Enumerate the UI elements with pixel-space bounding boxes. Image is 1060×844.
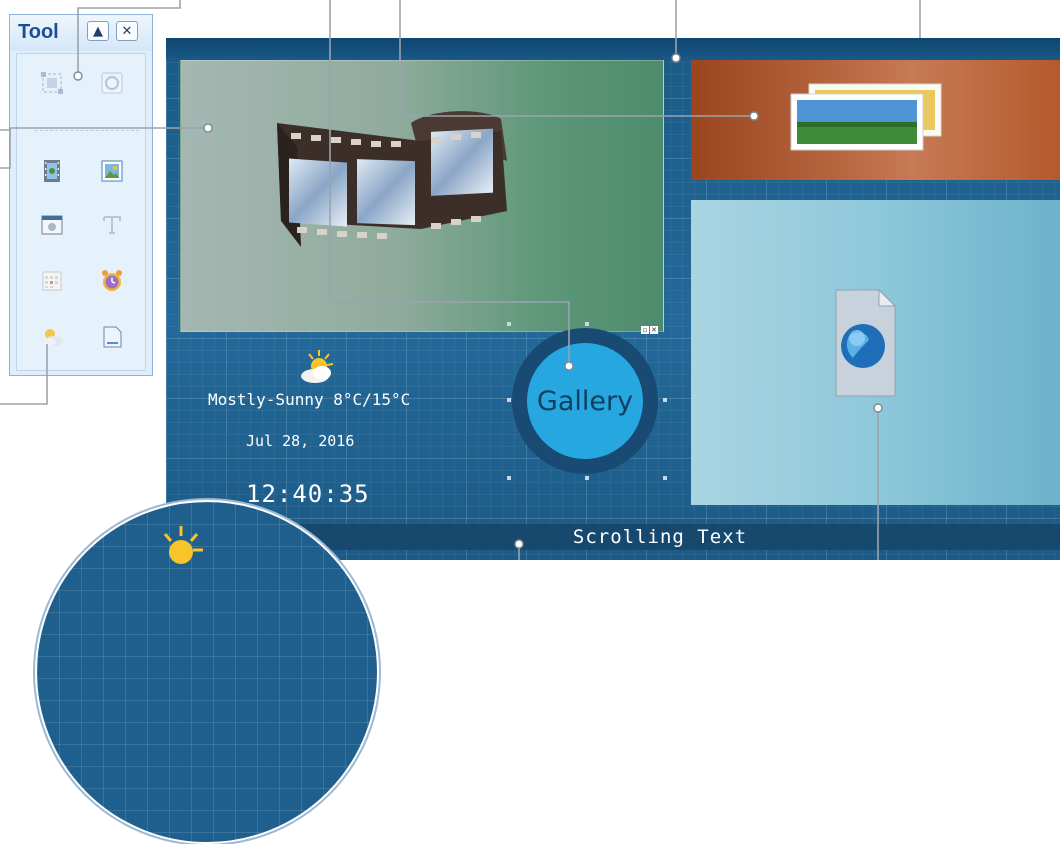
gallery-widget[interactable]: Gallery bbox=[512, 328, 658, 474]
record-icon[interactable] bbox=[99, 70, 125, 96]
weather-icon bbox=[297, 348, 337, 388]
gallery-widget-controls: ▫ ✕ bbox=[641, 326, 658, 335]
film-reel-icon bbox=[277, 111, 507, 247]
widget-close-icon[interactable]: ✕ bbox=[650, 326, 658, 334]
resize-handle-se[interactable] bbox=[663, 476, 667, 480]
photos-icon bbox=[790, 83, 942, 151]
date-text: Jul 28, 2016 bbox=[246, 432, 355, 450]
weather-tool-icon[interactable] bbox=[39, 324, 65, 350]
video-zone[interactable] bbox=[180, 60, 664, 332]
widget-restore-icon[interactable]: ▫ bbox=[641, 326, 649, 334]
clock-tool-icon[interactable] bbox=[99, 268, 125, 294]
webpage-zone[interactable] bbox=[691, 200, 1060, 505]
video-tool-icon[interactable] bbox=[39, 158, 65, 184]
magnifier-bubble bbox=[35, 500, 379, 844]
image-tool-icon[interactable] bbox=[99, 158, 125, 184]
resize-handle-nw[interactable] bbox=[507, 322, 511, 326]
weather-icon bbox=[163, 526, 203, 564]
resize-handle-e[interactable] bbox=[663, 398, 667, 402]
weather-text: Mostly-Sunny 8°C/15°C bbox=[208, 390, 411, 409]
clock-text: 12:40:35 bbox=[246, 480, 370, 508]
resize-handle-n[interactable] bbox=[585, 322, 589, 326]
close-button[interactable]: ✕ bbox=[116, 21, 138, 41]
webpage-tool-icon[interactable] bbox=[39, 212, 65, 238]
resize-handle-s[interactable] bbox=[585, 476, 589, 480]
resize-handle-sw[interactable] bbox=[507, 476, 511, 480]
canvas-top-strip bbox=[166, 38, 1060, 60]
tool-panel-header[interactable]: Tool ▲ ✕ bbox=[10, 15, 152, 51]
web-document-icon bbox=[835, 288, 897, 397]
tool-panel: Tool ▲ ✕ bbox=[9, 14, 153, 376]
gallery-label: Gallery bbox=[527, 343, 643, 459]
document-tool-icon[interactable] bbox=[99, 324, 125, 350]
tool-panel-title: Tool bbox=[18, 21, 59, 43]
calendar-tool-icon[interactable] bbox=[39, 268, 65, 294]
collapse-button[interactable]: ▲ bbox=[87, 21, 109, 41]
select-region-icon[interactable] bbox=[39, 70, 65, 96]
resize-handle-w[interactable] bbox=[507, 398, 511, 402]
scrolling-text-bar[interactable]: Scrolling Text bbox=[260, 524, 1060, 550]
tool-palette bbox=[16, 53, 146, 371]
picture-zone[interactable] bbox=[691, 60, 1060, 180]
text-tool-icon[interactable] bbox=[99, 212, 125, 238]
tool-separator bbox=[35, 130, 139, 131]
